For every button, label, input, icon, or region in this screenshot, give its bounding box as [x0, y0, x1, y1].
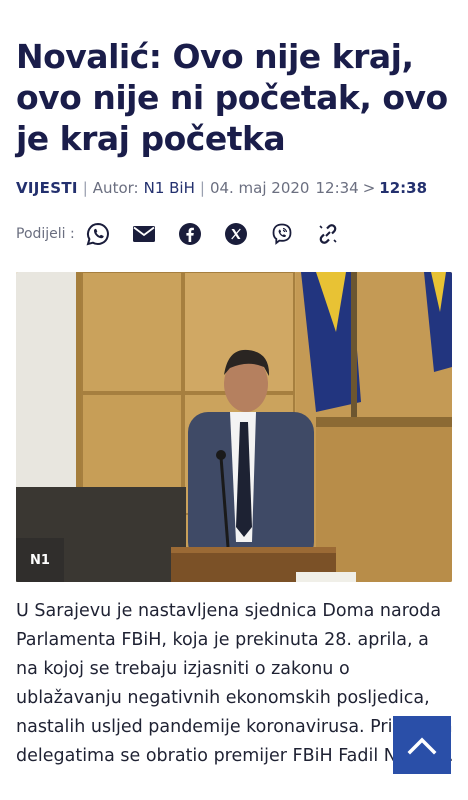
share-bar: Podijeli : — [16, 222, 362, 246]
whatsapp-icon[interactable] — [86, 222, 110, 246]
article-body: U Sarajevu je nastavljena sjednica Doma … — [16, 601, 454, 766]
scroll-to-top-button[interactable] — [393, 716, 451, 774]
updated-time: 12:38 — [379, 179, 428, 197]
speaker-photo — [16, 272, 452, 582]
x-icon[interactable] — [224, 222, 248, 246]
author-label: Autor: — [92, 179, 139, 197]
chevron-up-icon — [407, 737, 437, 755]
link-icon[interactable] — [316, 222, 340, 246]
viber-icon[interactable] — [270, 222, 294, 246]
article-title: Novalić: Ovo nije kraj, ovo nije ni poče… — [16, 37, 448, 158]
share-label: Podijeli : — [16, 226, 75, 242]
time-arrow: > — [362, 179, 376, 197]
publish-date: 04. maj 2020 — [209, 179, 310, 197]
meta-divider: | — [82, 179, 88, 197]
facebook-icon[interactable] — [178, 222, 202, 246]
author-name[interactable]: N1 BiH — [144, 179, 195, 197]
article-meta: VIJESTI | Autor: N1 BiH | 04. maj 2020 1… — [16, 177, 427, 199]
image-source-badge: N1 — [16, 538, 64, 582]
publish-time: 12:34 — [315, 179, 359, 197]
meta-divider: | — [199, 179, 205, 197]
article-photo[interactable] — [16, 272, 452, 582]
category-link[interactable]: VIJESTI — [16, 179, 78, 197]
email-icon[interactable] — [132, 222, 156, 246]
